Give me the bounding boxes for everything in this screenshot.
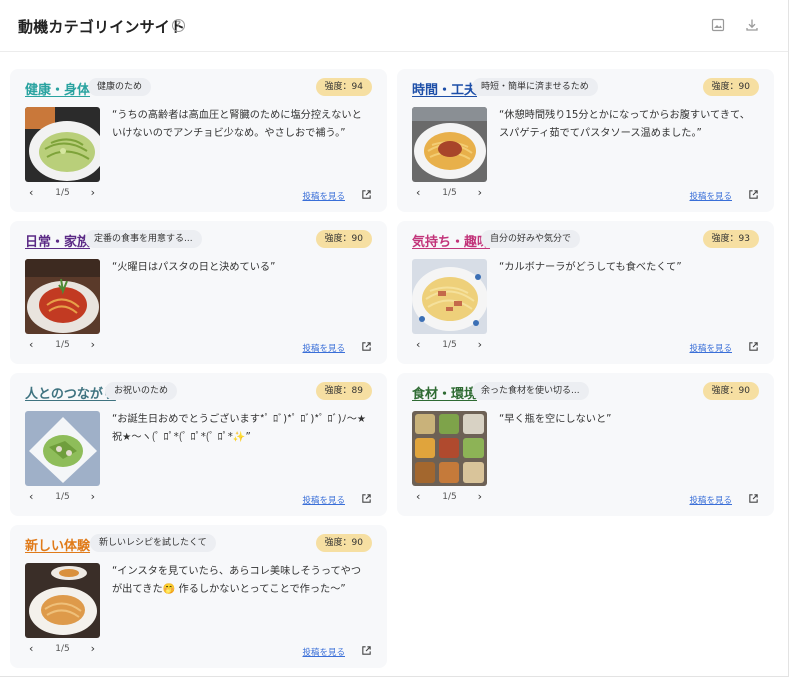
- post-quote: “火曜日はパスタの日と決めている”: [112, 262, 276, 273]
- subcategory-chip: 余った食材を使い切る...: [472, 382, 589, 400]
- page-indicator: 1/5: [442, 188, 457, 198]
- question-circle-icon[interactable]: ?: [172, 19, 185, 32]
- category-title[interactable]: 新しい体験: [25, 535, 90, 554]
- external-link-icon[interactable]: [748, 493, 759, 504]
- chevron-right-icon[interactable]: ›: [478, 491, 482, 503]
- page-title: 動機カテゴリインサイト: [18, 18, 186, 36]
- post-thumbnail[interactable]: [412, 411, 487, 486]
- page-indicator: 1/5: [442, 492, 457, 502]
- motive-card-feeling-hobby: 気持ち・趣味 自分の好みや気分で 強度：93 “カルボナーラがどうしても食べたく…: [397, 221, 774, 364]
- carousel-pager: ‹ 1/5 ›: [412, 339, 487, 353]
- strength-badge: 強度：89: [315, 382, 372, 400]
- strength-badge: 強度：93: [702, 230, 759, 248]
- strength-badge: 強度：90: [315, 534, 372, 552]
- strength-badge: 強度：90: [315, 230, 372, 248]
- post-quote: “お誕生日おめでとうございます*ﾟ ﾛﾞ)*ﾟ ﾛﾞ)*ﾟ ﾛﾞ)ﾉ～★祝★～ヽ…: [112, 414, 367, 443]
- motive-card-time: 時間・工夫 時短・簡単に済ませるため 強度：90 “休憩時間残り15分とかになっ…: [397, 69, 774, 212]
- view-post-link[interactable]: 投稿を見る: [689, 342, 732, 354]
- post-thumbnail[interactable]: [25, 107, 100, 182]
- carousel-pager: ‹ 1/5 ›: [25, 339, 100, 353]
- view-post-link[interactable]: 投稿を見る: [689, 494, 732, 506]
- strength-badge: 強度：90: [702, 78, 759, 96]
- post-quote: “早く瓶を空にしないと”: [499, 414, 612, 425]
- subcategory-chip: 新しいレシピを試したくて: [90, 534, 216, 552]
- app-frame: 動機カテゴリインサイト ? 健康・身体 健康のため 強度：94 “うちの高齢者は…: [0, 0, 789, 677]
- motive-card-daily-family: 日常・家族 定番の食事を用意する... 強度：90 “火曜日はパスタの日と決めて…: [10, 221, 387, 364]
- chevron-right-icon[interactable]: ›: [478, 187, 482, 199]
- subcategory-chip: 時短・簡単に済ませるため: [472, 78, 598, 96]
- page-indicator: 1/5: [55, 188, 70, 198]
- category-title[interactable]: 人とのつながり: [25, 383, 116, 402]
- view-post-link[interactable]: 投稿を見る: [302, 342, 345, 354]
- category-title[interactable]: 食材・環境: [412, 383, 477, 402]
- post-quote: “カルボナーラがどうしても食べたくて”: [499, 262, 682, 273]
- motive-card-new-experience: 新しい体験 新しいレシピを試したくて 強度：90 “インスタを見ていたら、あらコ…: [10, 525, 387, 668]
- page-indicator: 1/5: [55, 492, 70, 502]
- view-post-link[interactable]: 投稿を見る: [302, 190, 345, 202]
- external-link-icon[interactable]: [361, 493, 372, 504]
- carousel-pager: ‹ 1/5 ›: [25, 187, 100, 201]
- page-header: 動機カテゴリインサイト ?: [0, 0, 788, 52]
- category-title[interactable]: 気持ち・趣味: [412, 231, 490, 250]
- chevron-right-icon[interactable]: ›: [91, 491, 95, 503]
- category-title[interactable]: 時間・工夫: [412, 79, 477, 98]
- post-quote: “インスタを見ていたら、あらコレ美味しそうってやつが出てきた🤭 作るしかないとっ…: [112, 566, 362, 595]
- chevron-right-icon[interactable]: ›: [91, 187, 95, 199]
- post-thumbnail[interactable]: [25, 411, 100, 486]
- carousel-pager: ‹ 1/5 ›: [412, 491, 487, 505]
- view-post-link[interactable]: 投稿を見る: [302, 646, 345, 658]
- image-icon[interactable]: [710, 17, 726, 33]
- category-title[interactable]: 日常・家族: [25, 231, 90, 250]
- external-link-icon[interactable]: [748, 189, 759, 200]
- subcategory-chip: 定番の食事を用意する...: [85, 230, 202, 248]
- post-quote: “うちの高齢者は高血圧と腎臓のために塩分控えないといけないのでアンチョビ少なめ。…: [112, 110, 362, 139]
- view-post-link[interactable]: 投稿を見る: [302, 494, 345, 506]
- external-link-icon[interactable]: [361, 645, 372, 656]
- page-indicator: 1/5: [442, 340, 457, 350]
- external-link-icon[interactable]: [361, 189, 372, 200]
- post-thumbnail[interactable]: [412, 107, 487, 182]
- external-link-icon[interactable]: [748, 341, 759, 352]
- subcategory-chip: お祝いのため: [105, 382, 178, 400]
- motive-card-ingredients: 食材・環境 余った食材を使い切る... 強度：90 “早く瓶を空にしないと” ‹…: [397, 373, 774, 516]
- download-icon[interactable]: [744, 17, 760, 33]
- post-quote: “休憩時間残り15分とかになってからお腹すいてきて、スパゲティ茹でてパスタソース…: [499, 110, 750, 139]
- carousel-pager: ‹ 1/5 ›: [412, 187, 487, 201]
- category-title[interactable]: 健康・身体: [25, 79, 90, 98]
- view-post-link[interactable]: 投稿を見る: [689, 190, 732, 202]
- page-indicator: 1/5: [55, 644, 70, 654]
- strength-badge: 強度：94: [315, 78, 372, 96]
- strength-badge: 強度：90: [702, 382, 759, 400]
- post-thumbnail[interactable]: [25, 563, 100, 638]
- subcategory-chip: 健康のため: [88, 78, 152, 96]
- carousel-pager: ‹ 1/5 ›: [25, 491, 100, 505]
- motive-card-health: 健康・身体 健康のため 強度：94 “うちの高齢者は高血圧と腎臓のために塩分控え…: [10, 69, 387, 212]
- chevron-right-icon[interactable]: ›: [91, 339, 95, 351]
- subcategory-chip: 自分の好みや気分で: [481, 230, 581, 248]
- post-thumbnail[interactable]: [25, 259, 100, 334]
- post-thumbnail[interactable]: [412, 259, 487, 334]
- chevron-right-icon[interactable]: ›: [478, 339, 482, 351]
- external-link-icon[interactable]: [361, 341, 372, 352]
- motive-card-connection: 人とのつながり お祝いのため 強度：89 “お誕生日おめでとうございます*ﾟ ﾛ…: [10, 373, 387, 516]
- page-indicator: 1/5: [55, 340, 70, 350]
- chevron-right-icon[interactable]: ›: [91, 643, 95, 655]
- carousel-pager: ‹ 1/5 ›: [25, 643, 100, 657]
